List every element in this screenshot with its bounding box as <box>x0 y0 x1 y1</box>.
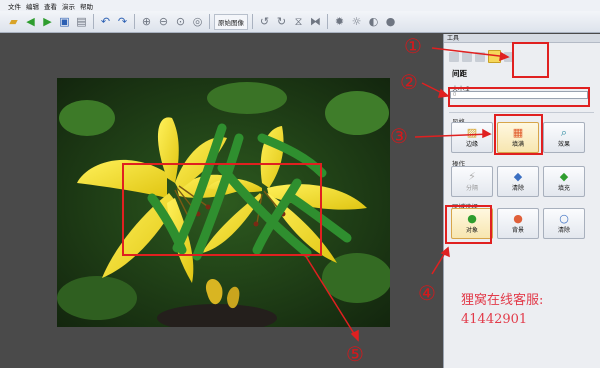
marker-2: ② <box>400 70 418 94</box>
support-note: 狸窝在线客服: 41442901 <box>461 291 543 329</box>
marker-1: ① <box>404 34 422 58</box>
support-note-line1: 狸窝在线客服: <box>461 293 544 308</box>
marker-3: ③ <box>390 124 408 148</box>
support-note-line2: 41442901 <box>461 312 528 327</box>
marker-5: ⑤ <box>346 342 364 366</box>
marker-4: ④ <box>418 281 436 305</box>
